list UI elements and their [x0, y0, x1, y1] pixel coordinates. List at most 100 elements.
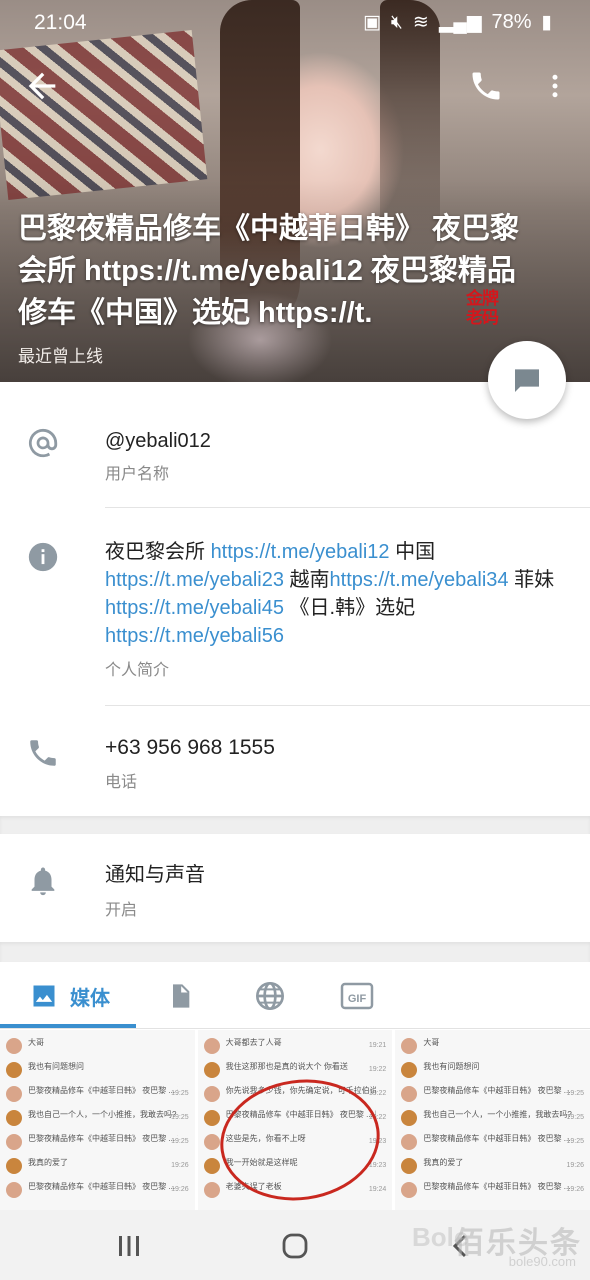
tab-media[interactable]: 媒体: [30, 978, 110, 1014]
bio-text-segment: 越南: [283, 569, 330, 591]
header-photo-pillow: [0, 29, 208, 201]
chat-text: 巴黎夜精品修车《中越菲日韩》 夜巴黎 ... 这么说老板，现在所有的规矩基本上事…: [423, 1086, 573, 1095]
bio-link[interactable]: https://t.me/yebali45: [105, 597, 284, 619]
chat-text: 巴黎夜精品修车《中越菲日韩》 夜巴黎 ... 不行就去广东还是啊: [423, 1182, 573, 1191]
chat-time: 19:25: [171, 1114, 189, 1121]
bio-row[interactable]: 夜巴黎会所 https://t.me/yebali12 中国 https://t…: [0, 508, 590, 706]
watermark-url: bole90.com: [508, 1254, 576, 1269]
chat-line: 巴黎夜精品修车《中越菲日韩》 夜巴黎 ... 这么说老板，现在所有的规矩基本上事…: [401, 1084, 584, 1106]
gif-icon: GIF: [340, 982, 374, 1010]
media-thumbnail[interactable]: 巴黎夜精品修车《中越菲日韩》 夜巴黎 ... 不行就去广东还是啊19:26我真的…: [0, 1030, 195, 1210]
chat-text: 我也自己一个人，一个小推推，我敢去吗?: [423, 1110, 572, 1119]
status-bar: 21:04 ▣ 🔇︎ ≋ ▂▄▆ 78% ▮: [0, 0, 590, 46]
chat-time: 19:25: [566, 1138, 585, 1145]
chat-text: 我也有问题想问: [423, 1062, 480, 1071]
media-grid: 巴黎夜精品修车《中越菲日韩》 夜巴黎 ... 不行就去广东还是啊19:26我真的…: [0, 1030, 590, 1210]
chat-line: 我也有问题想问: [6, 1060, 189, 1082]
call-button[interactable]: [468, 68, 504, 104]
message-button[interactable]: [488, 341, 566, 419]
phone-row[interactable]: +63 956 968 1555 电话: [0, 706, 590, 816]
profile-name: 巴黎夜精品修车《中越菲日韩》 夜巴黎会所 https://t.me/yebali…: [18, 213, 520, 329]
chat-time: 19:25: [171, 1138, 189, 1145]
username-label: 用户名称: [105, 466, 170, 483]
chat-text: 大哥: [28, 1038, 44, 1047]
chat-text: 我住这那那也是真的说大个 你看送: [225, 1062, 348, 1071]
chat-avatar: [401, 1086, 418, 1102]
chat-text: 我真的爱了: [28, 1158, 68, 1167]
section-separator: [0, 816, 590, 834]
chat-time: 19:23: [368, 1162, 387, 1169]
divider: [0, 1028, 590, 1029]
bio-link[interactable]: https://t.me/yebali12: [211, 541, 390, 563]
signal-icon: ▂▄▆: [438, 12, 482, 33]
bio-link[interactable]: https://t.me/yebali34: [330, 569, 509, 591]
chat-line: 巴黎夜精品修车《中越菲日韩》 夜巴黎 ... 有，没有这样老板19:25: [6, 1132, 189, 1154]
chat-line: 我也自己一个人，一个小推推，我敢去吗? 19:25: [6, 1108, 189, 1130]
notifications-row[interactable]: 通知与声音 开启: [0, 834, 590, 942]
tab-files[interactable]: [166, 978, 194, 1014]
media-thumbnail[interactable]: 老婆失误了老板 19:24 我一开始就是这样呢 19:23 这些是先，你看不上呀 19:2…: [197, 1030, 393, 1210]
status-time: 21:04: [34, 11, 87, 34]
chat-time: 19:26: [171, 1186, 189, 1193]
chat-avatar: [203, 1038, 220, 1054]
chat-line: 我也有问题想问: [401, 1060, 584, 1082]
at-sign-icon: [26, 426, 60, 460]
section-separator: [0, 942, 590, 962]
chat-text: 大哥: [423, 1038, 440, 1047]
image-icon: [33, 985, 55, 1007]
chat-avatar: [203, 1158, 220, 1174]
chat-time: 19:26: [171, 1162, 189, 1169]
chat-avatar: [401, 1062, 418, 1078]
bio-text-segment: 《日.韩》选妃: [283, 597, 416, 619]
shared-media-tabs: 媒体 GIF: [0, 962, 590, 1028]
chat-avatar: [401, 1134, 418, 1150]
last-seen-status: 最近曾上线: [18, 347, 103, 366]
notifications-title: 通知与声音: [105, 864, 205, 886]
mute-icon: 🔇︎: [390, 11, 403, 33]
bio-link[interactable]: https://t.me/yebali23: [105, 569, 284, 591]
chat-line: 我住这那那也是真的说大个 你看送 19:22: [203, 1060, 387, 1082]
more-options-button[interactable]: [540, 68, 570, 104]
back-button[interactable]: [22, 66, 62, 106]
chat-time: 19:26: [566, 1186, 585, 1193]
chat-line: 巴黎夜精品修车《中越菲日韩》 夜巴黎 ... 不行就去广东还是啊19:26: [6, 1180, 189, 1202]
bio-label: 个人简介: [105, 662, 170, 679]
recent-apps-button[interactable]: [114, 1232, 144, 1260]
data-saver-icon: ▣: [362, 12, 381, 33]
wifi-icon: ≋: [412, 12, 429, 33]
tab-gifs[interactable]: GIF: [340, 978, 374, 1014]
status-icons: ▣ 🔇︎ ≋ ▂▄▆ 78% ▮: [363, 11, 552, 34]
arrow-left-icon: [28, 72, 56, 100]
chat-time: 19:21: [368, 1042, 387, 1049]
chat-time: 19:25: [171, 1090, 189, 1097]
profile-header: 21:04 ▣ 🔇︎ ≋ ▂▄▆ 78% ▮ 巴黎夜精品修车《中越菲日韩》 夜巴…: [0, 0, 590, 382]
chat-line: 巴黎夜精品修车《中越菲日韩》 夜巴黎 ... 这么说老板，现在所有的规矩基本上事…: [6, 1084, 189, 1106]
file-icon: [173, 984, 190, 1008]
chat-text: 巴黎夜精品修车《中越菲日韩》 夜巴黎 ... 有，没有这样老板: [28, 1134, 178, 1143]
chat-avatar: [203, 1134, 220, 1150]
phone-icon: [472, 72, 500, 100]
media-thumbnail[interactable]: 巴黎夜精品修车《中越菲日韩》 夜巴黎 ... 不行就去广东还是啊19:26 我真的…: [395, 1030, 590, 1210]
chat-line: 巴黎夜精品修车《中越菲日韩》 夜巴黎 ... 有，没有这样老板19:25: [401, 1132, 584, 1154]
bio-text-segment: 中国: [389, 541, 436, 563]
chat-time: 19:22: [368, 1090, 387, 1097]
chat-avatar: [401, 1038, 418, 1054]
chat-line: 大哥: [6, 1036, 189, 1058]
chat-avatar: [203, 1086, 220, 1102]
chat-avatar: [401, 1158, 418, 1174]
chat-time: 19:22: [368, 1066, 387, 1073]
notifications-state: 开启: [105, 902, 138, 919]
chat-text: 我真的爱了: [423, 1158, 464, 1167]
tab-links[interactable]: [254, 978, 286, 1014]
chat-line: 我真的爱了 19:26: [6, 1156, 189, 1178]
chat-avatar: [6, 1062, 22, 1078]
home-icon: [282, 1233, 308, 1259]
chat-time: 19:24: [368, 1186, 387, 1193]
seal-stamp: 金牌 老码: [466, 289, 499, 328]
chat-text: 我也自己一个人，一个小推推，我敢去吗?: [28, 1110, 177, 1119]
home-button[interactable]: [280, 1232, 310, 1260]
bell-icon: [26, 864, 60, 898]
svg-text:GIF: GIF: [348, 993, 367, 1005]
bio-link[interactable]: https://t.me/yebali56: [105, 625, 284, 647]
tab-media-label: 媒体: [70, 987, 110, 1010]
